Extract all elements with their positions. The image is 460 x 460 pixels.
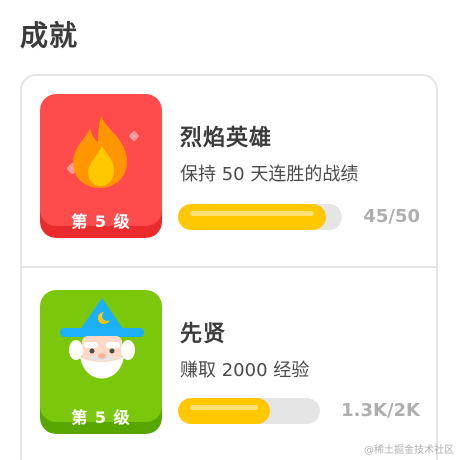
achievements-page: 成就 第 5 级 烈焰英雄 保持 50 天连胜的战绩 45/50 第 5 级 先… bbox=[0, 0, 460, 460]
progress-count: 1.3K/2K bbox=[341, 400, 420, 421]
progress-shine bbox=[190, 211, 314, 216]
section-title: 成就 bbox=[20, 19, 79, 52]
achievement-badge-sage[interactable]: 第 5 级 bbox=[40, 290, 162, 434]
progress-fill bbox=[178, 204, 326, 230]
achievement-description: 赚取 2000 经验 bbox=[180, 360, 310, 381]
wizard-icon bbox=[60, 298, 144, 379]
progress-bar bbox=[178, 204, 342, 230]
achievement-title: 烈焰英雄 bbox=[180, 126, 273, 151]
achievement-badge-wildfire[interactable]: 第 5 级 bbox=[40, 94, 162, 238]
badge-level-label: 第 5 级 bbox=[71, 408, 131, 427]
watermark: @稀土掘金技术社区 bbox=[364, 445, 454, 456]
progress-bar bbox=[178, 398, 320, 424]
progress-fill bbox=[178, 398, 271, 424]
card-divider bbox=[22, 266, 438, 268]
progress-shine bbox=[190, 405, 259, 410]
achievement-description: 保持 50 天连胜的战绩 bbox=[180, 164, 359, 185]
sparkle-icon bbox=[129, 131, 139, 141]
flame-icon bbox=[66, 116, 139, 189]
achievement-title: 先贤 bbox=[180, 322, 227, 347]
badge-level-label: 第 5 级 bbox=[71, 212, 131, 231]
progress-count: 45/50 bbox=[363, 206, 420, 227]
